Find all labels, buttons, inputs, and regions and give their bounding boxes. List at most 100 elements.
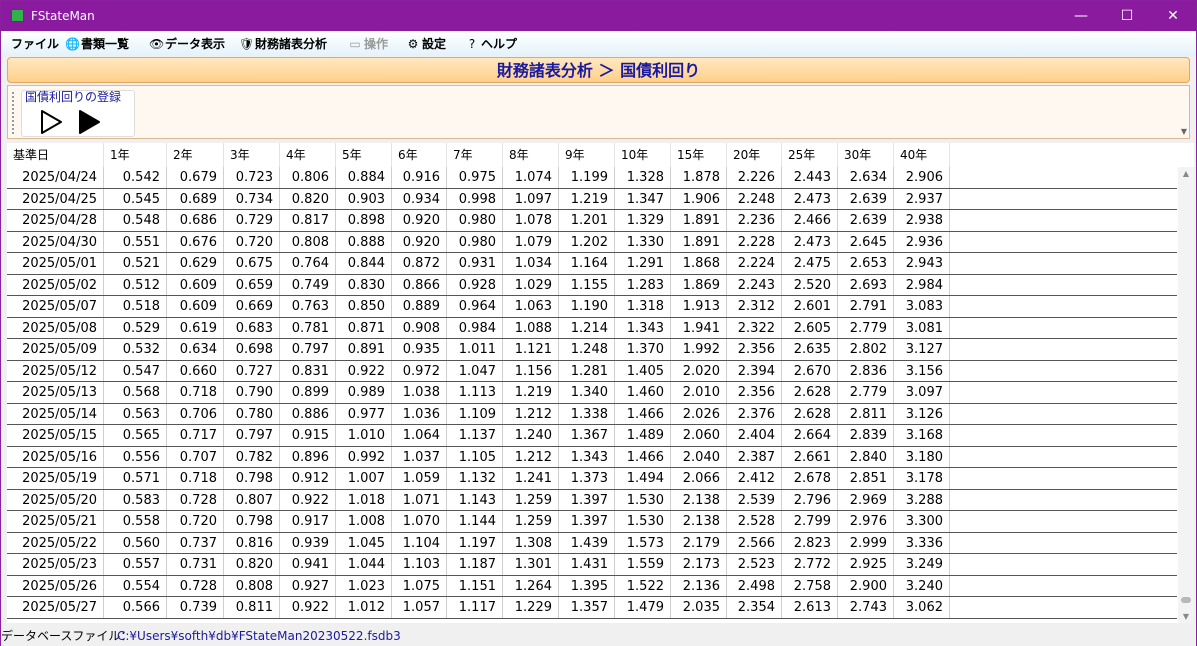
yield-cell: 1.340 xyxy=(559,382,615,403)
yield-cell: 3.168 xyxy=(894,425,950,446)
yield-cell: 2.026 xyxy=(671,403,727,424)
table-row[interactable]: 2025/05/08 0.529 0.619 0.683 0.781 0.871 0.908… xyxy=(7,317,1177,339)
column-header[interactable]: 15年 xyxy=(671,143,727,167)
table-row[interactable]: 2025/05/01 0.521 0.629 0.675 0.764 0.844 0.872… xyxy=(7,253,1177,275)
column-header[interactable]: 基準日 xyxy=(7,143,104,167)
panel-grip[interactable] xyxy=(12,92,16,134)
table-row[interactable]: 2025/05/12 0.547 0.660 0.727 0.831 0.922 0.972… xyxy=(7,360,1177,382)
yield-cell: 2.179 xyxy=(671,532,727,553)
minimize-button[interactable]: — xyxy=(1058,1,1104,31)
yield-cell: 0.917 xyxy=(280,511,336,532)
yield-cell: 2.851 xyxy=(838,468,894,489)
scroll-down-icon[interactable]: ▼ xyxy=(1178,612,1194,621)
close-button[interactable]: ✕ xyxy=(1150,1,1196,31)
date-cell: 2025/05/19 xyxy=(7,468,104,489)
yield-cell: 0.749 xyxy=(280,274,336,295)
maximize-button[interactable]: ☐ xyxy=(1104,1,1150,31)
table-row[interactable]: 2025/04/24 0.542 0.679 0.723 0.806 0.884 0.916… xyxy=(7,167,1177,189)
column-header[interactable]: 4年 xyxy=(280,143,336,167)
menu-file[interactable]: ファイル xyxy=(11,36,59,52)
yield-cell: 2.900 xyxy=(838,575,894,596)
yield-cell: 1.117 xyxy=(447,597,503,618)
menu-data-view[interactable]: 👁データ表示 xyxy=(149,36,225,52)
table-row[interactable]: 2025/05/20 0.583 0.728 0.807 0.922 1.018 1.071… xyxy=(7,489,1177,511)
yield-cell: 1.109 xyxy=(447,403,503,424)
play-outline-button[interactable] xyxy=(36,109,66,135)
yield-cell: 2.938 xyxy=(894,210,950,231)
yield-cell: 2.645 xyxy=(838,231,894,252)
table-row[interactable]: 2025/05/13 0.568 0.718 0.790 0.899 0.989 1.038… xyxy=(7,382,1177,404)
play-filled-button[interactable] xyxy=(74,109,104,135)
table-row[interactable]: 2025/04/25 0.545 0.689 0.734 0.820 0.903 0.934… xyxy=(7,188,1177,210)
yield-cell: 2.520 xyxy=(782,274,838,295)
menu-settings[interactable]: ⚙ 設定 xyxy=(406,36,446,52)
yield-cell: 2.670 xyxy=(782,360,838,381)
table-row[interactable]: 2025/05/23 0.557 0.731 0.820 0.941 1.044 1.103… xyxy=(7,554,1177,576)
table-row[interactable]: 2025/05/26 0.554 0.728 0.808 0.927 1.023 1.075… xyxy=(7,575,1177,597)
column-header[interactable]: 10年 xyxy=(615,143,671,167)
yield-cell: 1.891 xyxy=(671,210,727,231)
table-row[interactable]: 2025/05/02 0.512 0.609 0.659 0.749 0.830 0.866… xyxy=(7,274,1177,296)
table-row[interactable]: 2025/05/22 0.560 0.737 0.816 0.939 1.045 1.104… xyxy=(7,532,1177,554)
yield-cell: 0.964 xyxy=(447,296,503,317)
menu-help[interactable]: ? ヘルプ xyxy=(465,36,517,52)
yield-cell: 0.729 xyxy=(224,210,280,231)
table-row[interactable]: 2025/05/15 0.565 0.717 0.797 0.915 1.010 1.064… xyxy=(7,425,1177,447)
yield-cell: 0.518 xyxy=(104,296,167,317)
menu-financial-analysis[interactable]: 🛡財務諸表分析 xyxy=(239,36,327,52)
table-row[interactable]: 2025/05/16 0.556 0.707 0.782 0.896 0.992 1.037… xyxy=(7,446,1177,468)
column-header[interactable]: 9年 xyxy=(559,143,615,167)
yield-cell: 0.609 xyxy=(167,274,224,295)
date-cell: 2025/05/01 xyxy=(7,253,104,274)
table-row[interactable]: 2025/05/09 0.532 0.634 0.698 0.797 0.891 0.935… xyxy=(7,339,1177,361)
table-row[interactable]: 2025/05/07 0.518 0.609 0.669 0.763 0.850 0.889… xyxy=(7,296,1177,318)
yield-cell: 0.941 xyxy=(280,554,336,575)
table-row[interactable]: 2025/04/28 0.548 0.686 0.729 0.817 0.898 0.920… xyxy=(7,210,1177,232)
table-row[interactable]: 2025/05/21 0.558 0.720 0.798 0.917 1.008 1.070… xyxy=(7,511,1177,533)
yield-cell: 1.913 xyxy=(671,296,727,317)
yield-cell: 2.528 xyxy=(727,511,782,532)
yield-cell: 3.083 xyxy=(894,296,950,317)
column-header[interactable]: 40年 xyxy=(894,143,950,167)
column-header[interactable]: 7年 xyxy=(447,143,503,167)
date-cell: 2025/05/21 xyxy=(7,511,104,532)
column-header[interactable]: 2年 xyxy=(167,143,224,167)
table-row[interactable]: 2025/05/27 0.566 0.739 0.811 0.922 1.012 1.057… xyxy=(7,597,1177,619)
yield-cell: 0.782 xyxy=(224,446,280,467)
column-header[interactable]: 3年 xyxy=(224,143,280,167)
yield-cell: 2.943 xyxy=(894,253,950,274)
yield-cell: 2.613 xyxy=(782,597,838,618)
yield-cell: 2.539 xyxy=(727,489,782,510)
column-header[interactable]: 30年 xyxy=(838,143,894,167)
yield-cell: 1.573 xyxy=(615,532,671,553)
menu-bar: ファイル 🌐書類一覧 👁データ表示 🛡財務諸表分析 ▭ 操作 ⚙ 設定 ? ヘルプ xyxy=(1,31,1196,56)
yield-cell: 1.212 xyxy=(503,403,559,424)
yield-cell: 2.601 xyxy=(782,296,838,317)
panel-scroll-down-icon[interactable]: ▼ xyxy=(1181,127,1187,136)
table-row[interactable]: 2025/04/30 0.551 0.676 0.720 0.808 0.888 0.920… xyxy=(7,231,1177,253)
yield-cell: 1.023 xyxy=(336,575,392,596)
yield-cell: 0.980 xyxy=(447,210,503,231)
column-header[interactable]: 6年 xyxy=(392,143,447,167)
scrollbar-thumb[interactable] xyxy=(1181,597,1191,603)
menu-documents[interactable]: 🌐書類一覧 xyxy=(65,36,129,52)
table-row[interactable]: 2025/05/14 0.563 0.706 0.780 0.886 0.977 1.036… xyxy=(7,403,1177,425)
yield-cell: 0.922 xyxy=(336,360,392,381)
table-row[interactable]: 2025/05/19 0.571 0.718 0.798 0.912 1.007 1.059… xyxy=(7,468,1177,490)
scroll-up-icon[interactable]: ▲ xyxy=(1178,169,1194,178)
menu-operations[interactable]: ▭ 操作 xyxy=(348,36,388,52)
yield-cell: 0.850 xyxy=(336,296,392,317)
yield-cell: 1.308 xyxy=(503,532,559,553)
yield-cell: 2.473 xyxy=(782,188,838,209)
yield-cell: 0.872 xyxy=(392,253,447,274)
column-header[interactable]: 8年 xyxy=(503,143,559,167)
column-header[interactable]: 25年 xyxy=(782,143,838,167)
yield-cell: 0.806 xyxy=(280,167,336,188)
column-header[interactable]: 5年 xyxy=(336,143,392,167)
column-header[interactable]: 20年 xyxy=(727,143,782,167)
column-header[interactable]: 1年 xyxy=(104,143,167,167)
vertical-scrollbar[interactable]: ▲ ▼ xyxy=(1178,167,1194,623)
yield-cell: 3.126 xyxy=(894,403,950,424)
date-cell: 2025/04/28 xyxy=(7,210,104,231)
yield-cell: 1.199 xyxy=(559,167,615,188)
